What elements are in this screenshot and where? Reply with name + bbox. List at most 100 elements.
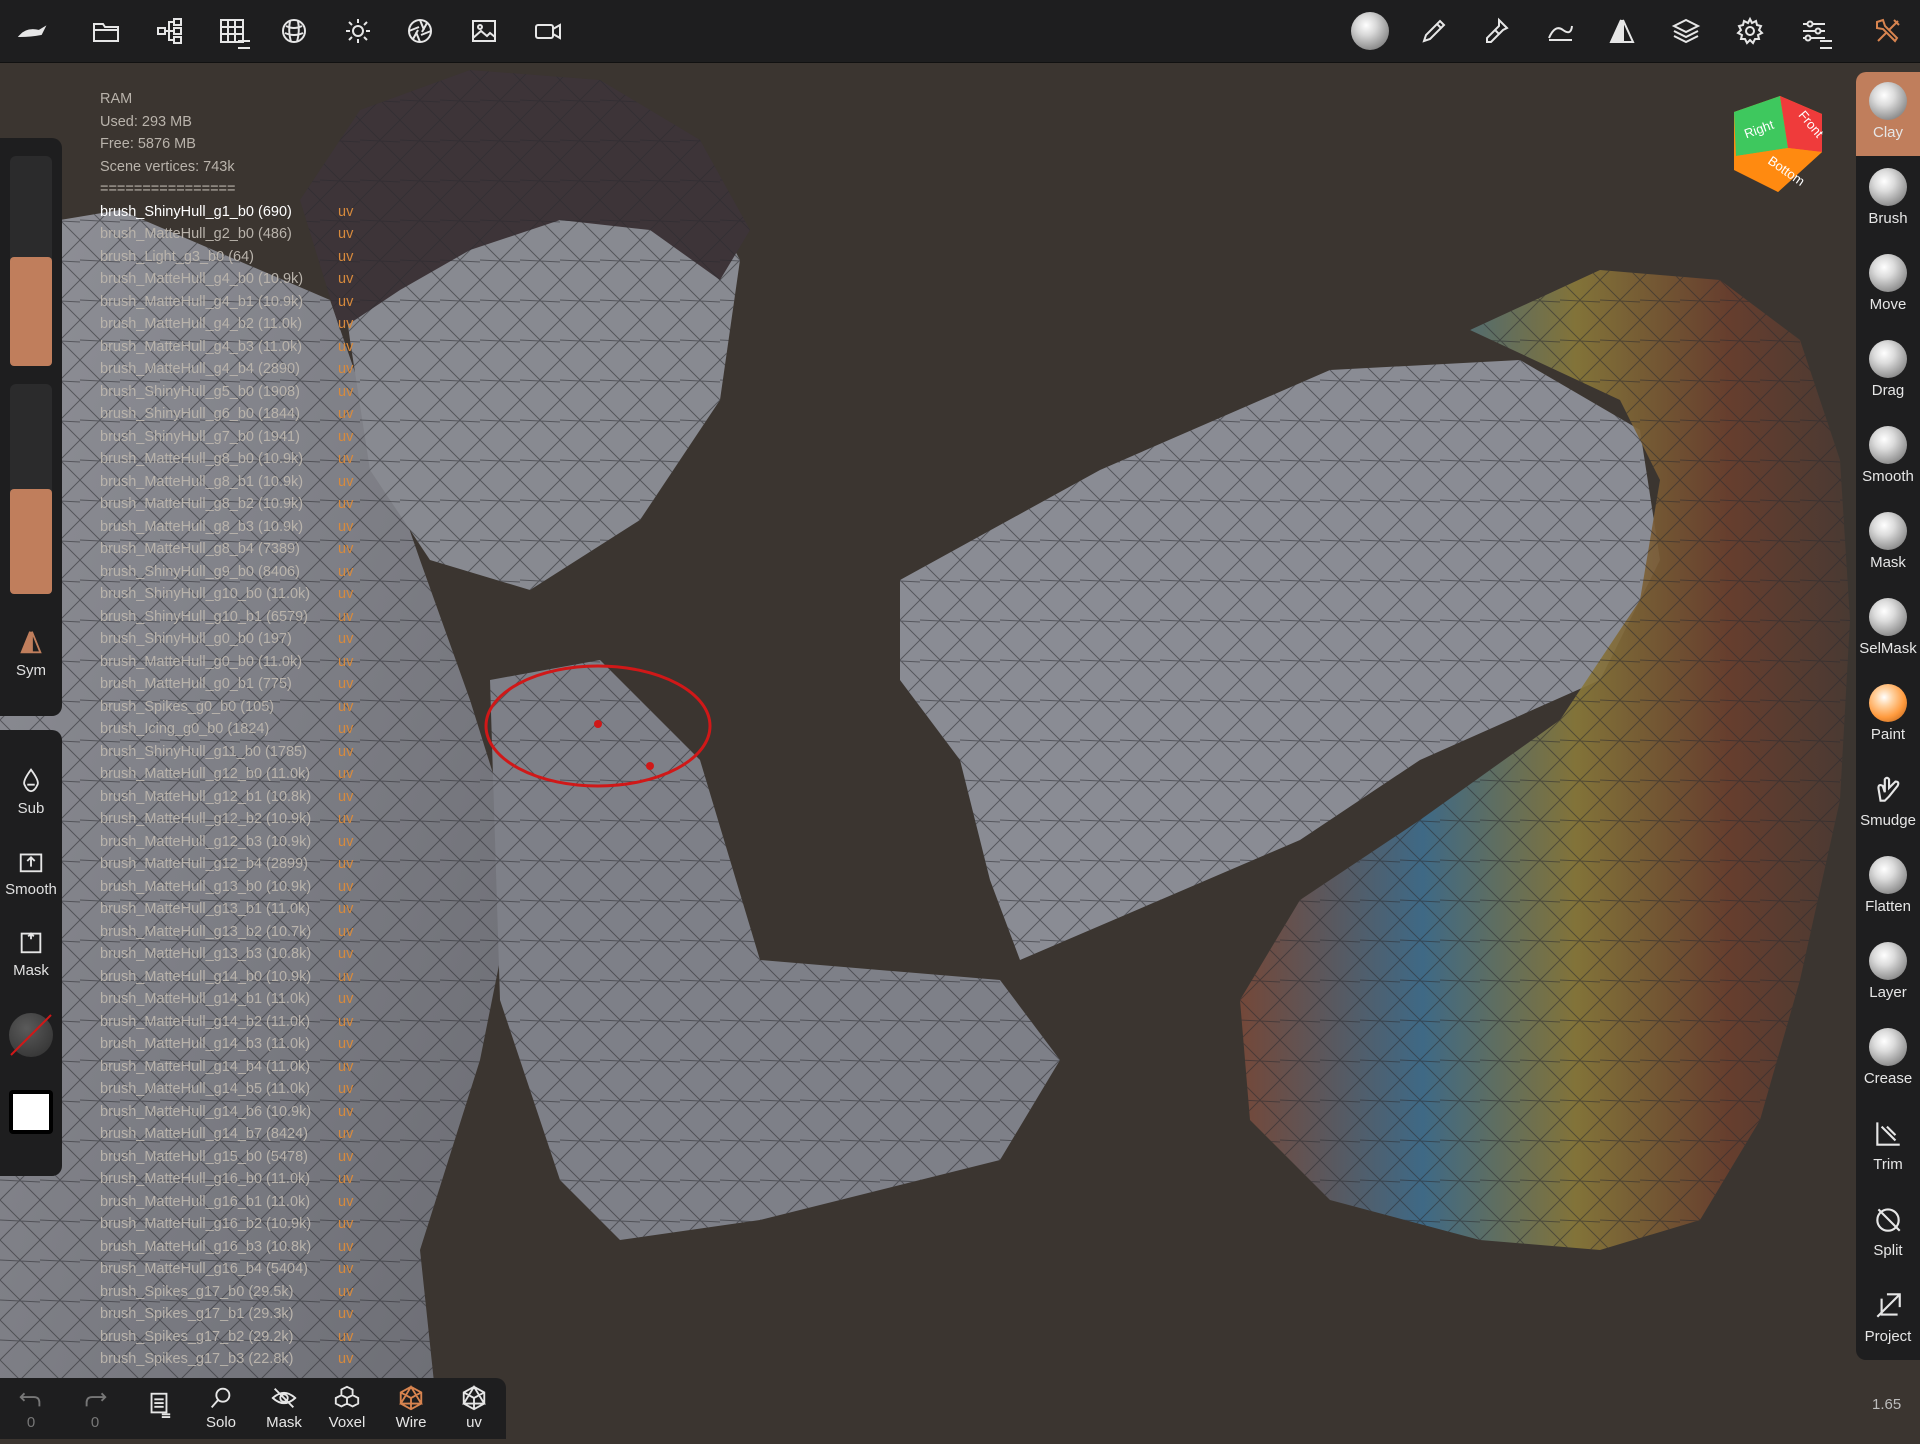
camera-aperture-icon[interactable]: [396, 7, 444, 55]
redo-button[interactable]: 0: [64, 1382, 126, 1431]
mesh-list-item[interactable]: brush_Spikes_g17_b1 (29.3k) uv: [100, 1303, 390, 1326]
light-sun-icon[interactable]: [334, 7, 382, 55]
mesh-list-item[interactable]: brush_MatteHull_g8_b4 (7389) uv: [100, 538, 390, 561]
mesh-list-item[interactable]: brush_MatteHull_g0_b1 (775) uv: [100, 673, 390, 696]
image-icon[interactable]: [460, 7, 508, 55]
uv-toggle-button[interactable]: uv: [443, 1382, 505, 1431]
wire-toggle-button[interactable]: Wire: [380, 1382, 442, 1431]
tool-smudge[interactable]: Smudge: [1856, 760, 1920, 844]
mesh-list-item[interactable]: brush_Light_g3_b0 (64) uv: [100, 246, 390, 269]
mesh-list-item[interactable]: brush_ShinyHull_g1_b0 (690) uv: [100, 201, 390, 224]
mesh-list-item[interactable]: brush_Spikes_g0_b0 (105) uv: [100, 696, 390, 719]
mesh-list-item[interactable]: brush_MatteHull_g13_b2 (10.7k) uv: [100, 921, 390, 944]
mesh-list-item[interactable]: brush_MatteHull_g12_b3 (10.9k) uv: [100, 831, 390, 854]
voxel-button[interactable]: Voxel: [316, 1382, 378, 1431]
mesh-list-item[interactable]: brush_MatteHull_g4_b4 (2890) uv: [100, 358, 390, 381]
mesh-list-item[interactable]: brush_MatteHull_g8_b0 (10.9k) uv: [100, 448, 390, 471]
hide-mask-button[interactable]: Mask: [253, 1382, 315, 1431]
mesh-list-item[interactable]: brush_ShinyHull_g6_b0 (1844) uv: [100, 403, 390, 426]
folder-icon[interactable]: [82, 7, 130, 55]
tool-layer[interactable]: Layer: [1856, 932, 1920, 1016]
color-swatch[interactable]: [9, 1090, 53, 1134]
mesh-list-item[interactable]: brush_MatteHull_g16_b4 (5404) uv: [100, 1258, 390, 1281]
tool-paint[interactable]: Paint: [1856, 674, 1920, 758]
mesh-list-item[interactable]: brush_MatteHull_g4_b3 (11.0k) uv: [100, 336, 390, 359]
mesh-list-item[interactable]: brush_MatteHull_g14_b2 (11.0k) uv: [100, 1011, 390, 1034]
tool-selmask[interactable]: SelMask: [1856, 588, 1920, 672]
dropper-icon[interactable]: [1472, 7, 1520, 55]
settings-gear-icon[interactable]: [1726, 7, 1774, 55]
tool-trim[interactable]: Trim: [1856, 1104, 1920, 1188]
smooth-button[interactable]: Smooth: [0, 847, 62, 898]
sub-button[interactable]: Sub: [0, 766, 62, 817]
sym-button[interactable]: Sym: [0, 628, 62, 679]
mesh-list-item[interactable]: brush_MatteHull_g15_b0 (5478) uv: [100, 1146, 390, 1169]
mesh-list-item[interactable]: brush_Spikes_g17_b3 (22.8k) uv: [100, 1348, 390, 1371]
mesh-list-item[interactable]: brush_MatteHull_g13_b0 (10.9k) uv: [100, 876, 390, 899]
video-camera-icon[interactable]: [524, 7, 572, 55]
tool-split[interactable]: Split: [1856, 1190, 1920, 1274]
mesh-list-item[interactable]: brush_MatteHull_g4_b1 (10.9k) uv: [100, 291, 390, 314]
mesh-list-item[interactable]: brush_MatteHull_g4_b0 (10.9k) uv: [100, 268, 390, 291]
grid-icon[interactable]: [208, 7, 256, 55]
tool-move[interactable]: Move: [1856, 244, 1920, 328]
undo-button[interactable]: 0: [0, 1382, 62, 1431]
material-color-swatch[interactable]: [9, 1013, 53, 1057]
mesh-list-item[interactable]: brush_Spikes_g17_b2 (29.2k) uv: [100, 1326, 390, 1349]
mesh-list-item[interactable]: brush_MatteHull_g12_b0 (11.0k) uv: [100, 763, 390, 786]
symmetry-icon[interactable]: [1598, 7, 1646, 55]
nomad-logo-icon[interactable]: [8, 7, 56, 55]
scene-list-button[interactable]: [128, 1388, 190, 1420]
tool-mask[interactable]: Mask: [1856, 502, 1920, 586]
mesh-list-item[interactable]: brush_MatteHull_g0_b0 (11.0k) uv: [100, 651, 390, 674]
mesh-list-item[interactable]: brush_ShinyHull_g7_b0 (1941) uv: [100, 426, 390, 449]
mesh-list-item[interactable]: brush_MatteHull_g14_b4 (11.0k) uv: [100, 1056, 390, 1079]
mask-button[interactable]: Mask: [0, 928, 62, 979]
sliders-icon[interactable]: [1790, 7, 1838, 55]
mesh-list-item[interactable]: brush_ShinyHull_g11_b0 (1785) uv: [100, 741, 390, 764]
tool-smooth[interactable]: Smooth: [1856, 416, 1920, 500]
tool-project[interactable]: Project: [1856, 1276, 1920, 1360]
mesh-list-item[interactable]: brush_MatteHull_g16_b3 (10.8k) uv: [100, 1236, 390, 1259]
mesh-list-item[interactable]: brush_MatteHull_g14_b7 (8424) uv: [100, 1123, 390, 1146]
mesh-list-item[interactable]: brush_MatteHull_g12_b4 (2899) uv: [100, 853, 390, 876]
mesh-list-item[interactable]: brush_MatteHull_g2_b0 (486) uv: [100, 223, 390, 246]
scene-tree-icon[interactable]: [146, 7, 194, 55]
mesh-list-item[interactable]: brush_MatteHull_g16_b2 (10.9k) uv: [100, 1213, 390, 1236]
mesh-list-item[interactable]: brush_ShinyHull_g0_b0 (197) uv: [100, 628, 390, 651]
material-sphere-icon[interactable]: [270, 7, 318, 55]
mesh-list-item[interactable]: brush_MatteHull_g4_b2 (11.0k) uv: [100, 313, 390, 336]
mesh-list-item[interactable]: brush_MatteHull_g14_b0 (10.9k) uv: [100, 966, 390, 989]
mesh-list-item[interactable]: brush_ShinyHull_g10_b1 (6579) uv: [100, 606, 390, 629]
mesh-list-item[interactable]: brush_MatteHull_g14_b3 (11.0k) uv: [100, 1033, 390, 1056]
mesh-list-item[interactable]: brush_MatteHull_g12_b2 (10.9k) uv: [100, 808, 390, 831]
mesh-list-item[interactable]: brush_MatteHull_g8_b1 (10.9k) uv: [100, 471, 390, 494]
mesh-list-item[interactable]: brush_Spikes_g17_b0 (29.5k) uv: [100, 1281, 390, 1304]
stroke-curve-icon[interactable]: [1536, 7, 1584, 55]
mesh-list-item[interactable]: brush_MatteHull_g13_b3 (10.8k) uv: [100, 943, 390, 966]
tool-crease[interactable]: Crease: [1856, 1018, 1920, 1102]
mesh-list-item[interactable]: brush_MatteHull_g14_b6 (10.9k) uv: [100, 1101, 390, 1124]
brush-pencil-icon[interactable]: [1410, 7, 1458, 55]
mesh-list-item[interactable]: brush_MatteHull_g13_b1 (11.0k) uv: [100, 898, 390, 921]
matcap-sphere-icon[interactable]: [1346, 7, 1394, 55]
mesh-list-item[interactable]: brush_MatteHull_g16_b1 (11.0k) uv: [100, 1191, 390, 1214]
solo-button[interactable]: Solo: [190, 1382, 252, 1431]
mesh-list-item[interactable]: brush_MatteHull_g14_b1 (11.0k) uv: [100, 988, 390, 1011]
mesh-list-item[interactable]: brush_ShinyHull_g5_b0 (1908) uv: [100, 381, 390, 404]
mesh-list-item[interactable]: brush_MatteHull_g16_b0 (11.0k) uv: [100, 1168, 390, 1191]
tool-clay[interactable]: Clay: [1856, 72, 1920, 156]
mesh-list-item[interactable]: brush_ShinyHull_g9_b0 (8406) uv: [100, 561, 390, 584]
mesh-list-item[interactable]: brush_MatteHull_g14_b5 (11.0k) uv: [100, 1078, 390, 1101]
tool-drag[interactable]: Drag: [1856, 330, 1920, 414]
navigation-cube[interactable]: Right Front Bottom: [1728, 90, 1828, 196]
mesh-list-item[interactable]: brush_MatteHull_g8_b2 (10.9k) uv: [100, 493, 390, 516]
tools-wrench-icon[interactable]: [1864, 7, 1912, 55]
tool-flatten[interactable]: Flatten: [1856, 846, 1920, 930]
mesh-list-item[interactable]: brush_Icing_g0_b0 (1824) uv: [100, 718, 390, 741]
layers-icon[interactable]: [1662, 7, 1710, 55]
mesh-list-item[interactable]: brush_MatteHull_g8_b3 (10.9k) uv: [100, 516, 390, 539]
mesh-list-item[interactable]: brush_MatteHull_g12_b1 (10.8k) uv: [100, 786, 390, 809]
tool-brush[interactable]: Brush: [1856, 158, 1920, 242]
mesh-list-item[interactable]: brush_ShinyHull_g10_b0 (11.0k) uv: [100, 583, 390, 606]
